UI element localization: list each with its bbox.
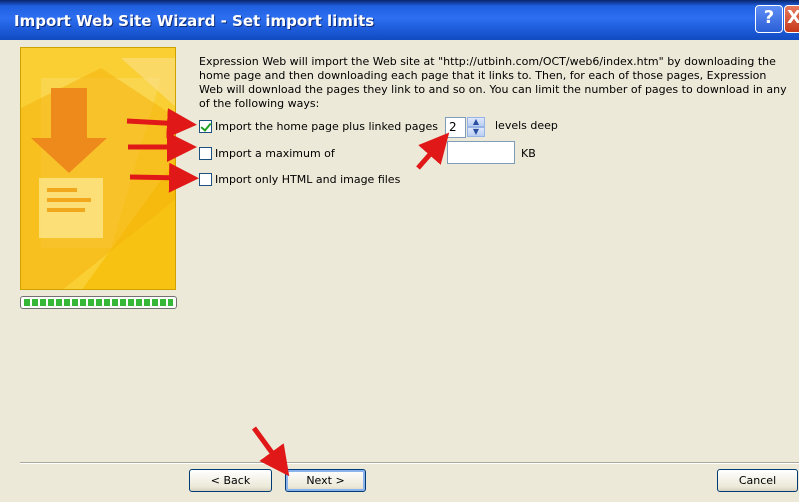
home-plus-linked-checkbox[interactable]	[199, 119, 212, 133]
intro-text: Expression Web will import the Web site …	[199, 55, 787, 110]
levels-spinner[interactable]: ▲ ▼	[467, 117, 485, 138]
next-button[interactable]: Next >	[285, 469, 366, 492]
help-button[interactable]: ?	[755, 5, 783, 33]
levels-deep-input[interactable]: 2	[445, 117, 466, 138]
option-maximum-size[interactable]: Import a maximum of	[199, 146, 335, 160]
kb-unit-label: KB	[521, 147, 536, 160]
maximum-size-label: Import a maximum of	[215, 146, 335, 160]
option-home-plus-linked[interactable]: Import the home page plus linked pages	[199, 119, 438, 133]
wizard-illustration	[20, 47, 176, 290]
progress-fill	[24, 299, 173, 306]
option-html-image-only[interactable]: Import only HTML and image files	[199, 172, 400, 186]
spin-up-icon[interactable]: ▲	[467, 117, 485, 127]
close-button[interactable]: X	[784, 5, 799, 33]
spin-down-icon[interactable]: ▼	[467, 127, 485, 137]
home-plus-linked-label: Import the home page plus linked pages	[215, 119, 438, 133]
wizard-progress-bar	[20, 296, 177, 309]
levels-deep-label: levels deep	[495, 119, 558, 132]
back-button[interactable]: < Back	[189, 469, 272, 492]
max-size-input[interactable]	[447, 141, 515, 164]
maximum-size-checkbox[interactable]	[199, 146, 212, 160]
footer-divider	[20, 462, 799, 464]
html-image-only-checkbox[interactable]	[199, 172, 212, 186]
window-title: Import Web Site Wizard - Set import limi…	[14, 12, 375, 30]
cancel-button[interactable]: Cancel	[717, 469, 798, 492]
html-image-only-label: Import only HTML and image files	[215, 172, 401, 186]
title-bar: Import Web Site Wizard - Set import limi…	[0, 0, 799, 40]
wizard-body: Expression Web will import the Web site …	[0, 40, 799, 502]
